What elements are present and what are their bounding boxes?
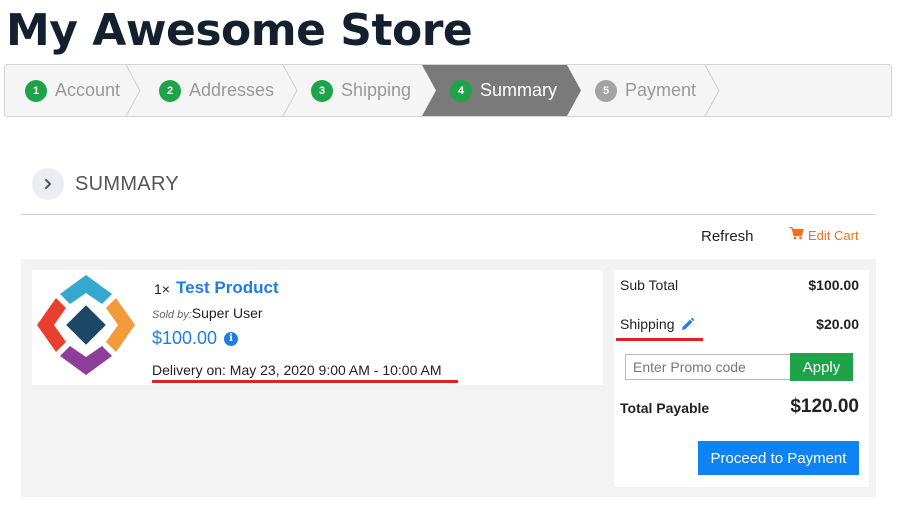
- item-quantity: 1×: [154, 281, 170, 297]
- proceed-to-payment-button[interactable]: Proceed to Payment: [698, 441, 859, 475]
- sold-by: Sold by: Super User: [152, 305, 263, 321]
- subtotal-value: $100.00: [808, 277, 859, 293]
- step-addresses[interactable]: 2 Addresses: [159, 65, 274, 116]
- info-icon[interactable]: i: [224, 331, 239, 346]
- annotation-underline: [152, 380, 458, 383]
- step-account[interactable]: 1 Account: [25, 65, 120, 116]
- cart-icon: [789, 226, 804, 245]
- subtotal-label: Sub Total: [620, 277, 679, 293]
- item-price: $100.00: [152, 328, 218, 348]
- chevron-right-icon[interactable]: [32, 168, 64, 200]
- product-name-link[interactable]: Test Product: [176, 278, 279, 298]
- step-number: 2: [159, 79, 181, 102]
- step-label: Payment: [625, 80, 697, 100]
- step-label: Summary: [480, 80, 558, 100]
- apply-button[interactable]: Apply: [790, 353, 853, 381]
- refresh-button[interactable]: Refresh: [701, 228, 754, 245]
- shipping-label: Shipping: [620, 316, 675, 332]
- step-label: Addresses: [189, 80, 275, 100]
- checkout-steps: 1 Account 2 Addresses 3 Shipping 4 Summa…: [4, 64, 892, 117]
- step-shipping[interactable]: 3 Shipping: [311, 65, 411, 116]
- seller-name: Super User: [191, 305, 263, 321]
- promo-code-input[interactable]: [625, 354, 791, 380]
- step-separator: [704, 65, 720, 116]
- step-separator: [282, 65, 298, 116]
- total-payable-value: $120.00: [790, 396, 859, 417]
- total-payable-label: Total Payable: [620, 400, 710, 416]
- edit-cart-label: Edit Cart: [808, 228, 859, 243]
- edit-cart-link[interactable]: Edit Cart: [789, 226, 859, 245]
- divider: [21, 214, 876, 215]
- sold-by-label: Sold by:: [152, 309, 192, 321]
- section-title: SUMMARY: [75, 172, 179, 195]
- step-number: 3: [311, 79, 333, 102]
- step-summary[interactable]: 4 Summary: [450, 65, 557, 116]
- steps-background: [125, 65, 720, 116]
- step-separator: [125, 65, 141, 116]
- step-label: Shipping: [341, 80, 412, 100]
- step-number: 5: [595, 79, 617, 102]
- annotation-underline: [616, 338, 703, 341]
- pencil-icon[interactable]: [680, 317, 695, 337]
- step-number: 1: [25, 79, 47, 102]
- shipping-value: $20.00: [816, 316, 859, 332]
- step-number: 4: [450, 79, 472, 102]
- summary-header: SUMMARY: [32, 168, 179, 200]
- store-title: My Awesome Store: [6, 5, 473, 56]
- delivery-info: Delivery on: May 23, 2020 9:00 AM - 10:0…: [152, 362, 442, 378]
- step-payment[interactable]: 5 Payment: [595, 65, 696, 116]
- item-price-row: $100.00 i: [152, 328, 239, 349]
- product-logo: [32, 270, 144, 385]
- step-label: Account: [55, 80, 121, 100]
